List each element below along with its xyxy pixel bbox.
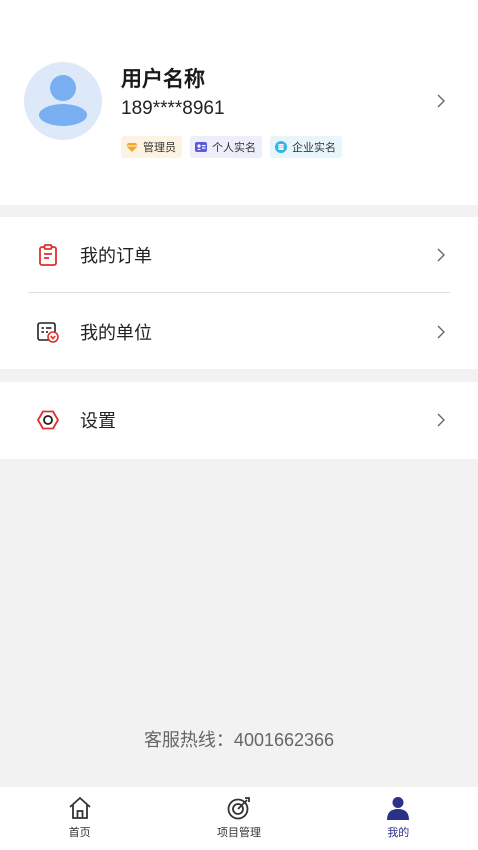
tab-projects-label: 项目管理 [216, 827, 261, 839]
enterprise-badge-label: 企业实名 [292, 142, 336, 154]
diamond-icon [126, 143, 138, 152]
enterprise-verified-badge: 企业实名 [270, 136, 342, 158]
personal-badge-label: 个人实名 [212, 142, 256, 154]
id-card-icon [195, 142, 207, 152]
chevron-right-icon [437, 413, 445, 426]
divider [28, 292, 450, 293]
menu-item-settings[interactable]: 设置 [0, 382, 478, 457]
tab-home-label: 首页 [68, 827, 91, 839]
chevron-right-icon [437, 94, 445, 108]
menu-item-units[interactable]: 我的单位 [0, 294, 478, 369]
menu-item-settings-label: 设置 [80, 410, 116, 431]
tab-mine[interactable]: 我的 [319, 787, 478, 850]
admin-badge-label: 管理员 [143, 142, 176, 154]
personal-verified-badge: 个人实名 [190, 136, 262, 158]
bottom-tab-bar: 首页 项目管理 我的 [0, 787, 478, 850]
person-icon [387, 797, 410, 820]
tab-projects[interactable]: 项目管理 [159, 787, 318, 850]
chevron-right-icon [437, 248, 445, 261]
unit-document-icon [37, 321, 59, 343]
target-icon [227, 797, 250, 820]
profile-card[interactable]: 用户名称 189****8961 管理员 个人实名 企业实名 [0, 0, 478, 205]
menu-item-orders-label: 我的订单 [80, 245, 152, 266]
home-icon [69, 797, 91, 819]
menu-group-orders: 我的订单 我的单位 [0, 217, 478, 369]
phone-number: 189****8961 [121, 98, 225, 119]
username: 用户名称 [121, 68, 205, 91]
menu-group-settings: 设置 [0, 382, 478, 459]
enterprise-icon [275, 141, 287, 153]
tab-mine-label: 我的 [387, 827, 410, 839]
menu-item-orders[interactable]: 我的订单 [0, 217, 478, 292]
customer-service-hotline[interactable]: 客服热线：4001662366 [0, 726, 478, 752]
gear-icon [37, 410, 59, 429]
avatar [24, 62, 102, 140]
chevron-right-icon [437, 325, 445, 338]
clipboard-icon [39, 243, 57, 266]
admin-badge: 管理员 [121, 136, 182, 158]
tab-home[interactable]: 首页 [0, 787, 159, 850]
menu-item-units-label: 我的单位 [80, 322, 152, 343]
badge-list: 管理员 个人实名 企业实名 [121, 136, 342, 158]
